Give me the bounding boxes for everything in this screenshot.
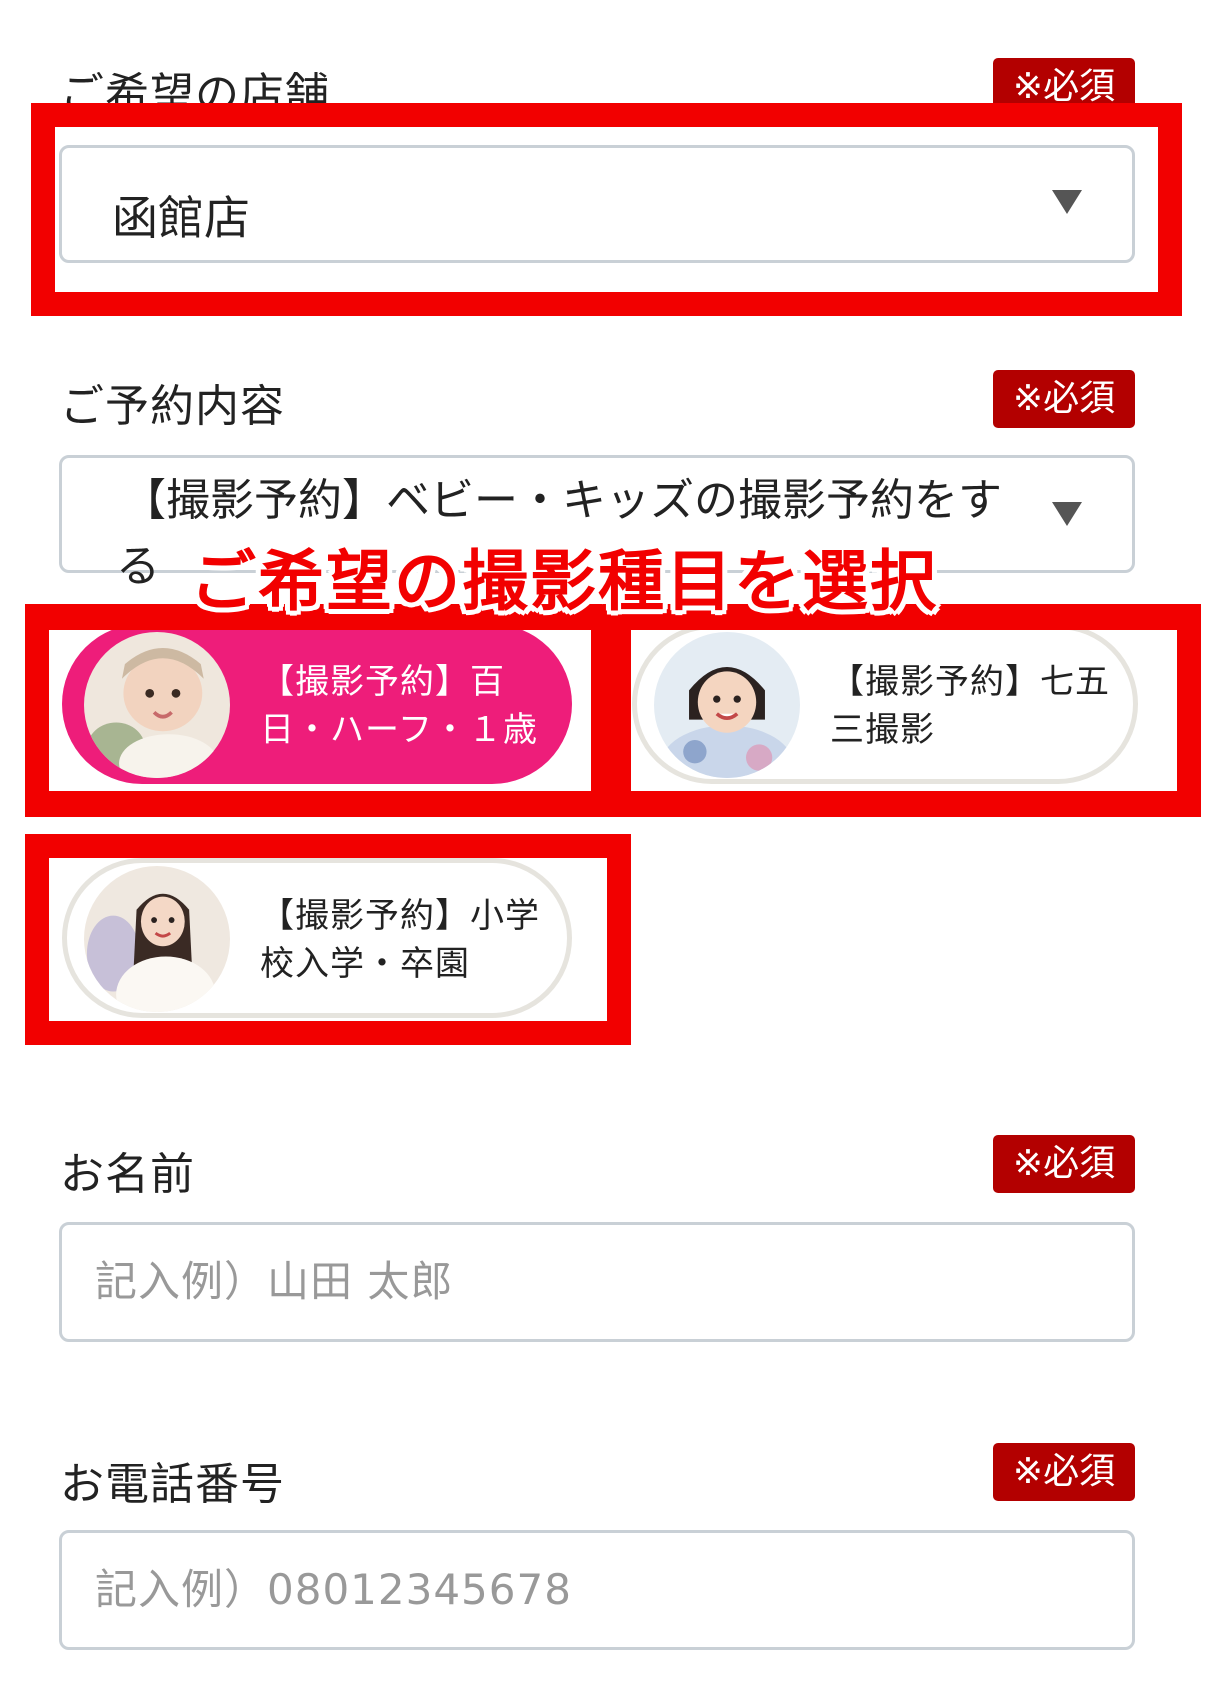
- name-input[interactable]: 記入例）山田 太郎: [59, 1222, 1135, 1342]
- reservation-select-value-line1: 【撮影予約】ベビー・キッズの撮影予約をす: [122, 475, 1002, 526]
- reservation-label: ご予約内容: [60, 381, 285, 432]
- annotation-text: ご希望の撮影種目を選択: [190, 543, 938, 620]
- phone-input[interactable]: 記入例）08012345678: [59, 1530, 1135, 1650]
- name-label: お名前: [60, 1149, 195, 1200]
- highlight-option-row-1-divider: [591, 620, 631, 800]
- phone-required-badge: ※必須: [993, 1443, 1135, 1501]
- reservation-select-value-line2: る: [116, 541, 160, 592]
- reservation-required-badge: ※必須: [993, 370, 1135, 428]
- phone-label: お電話番号: [60, 1459, 285, 1510]
- dropdown-arrow-icon: [1052, 502, 1082, 526]
- highlight-store-select: [31, 103, 1182, 316]
- name-required-badge: ※必須: [993, 1135, 1135, 1193]
- highlight-option-row-2: [25, 834, 631, 1045]
